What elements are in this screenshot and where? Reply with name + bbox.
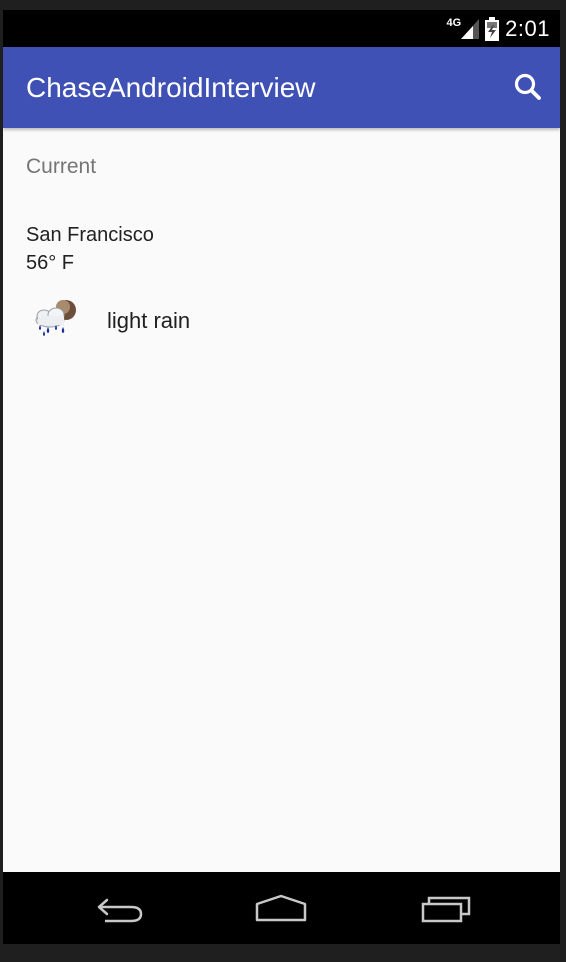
screen: 4G 2:01 ChaseAndroidInterview Current Sa… [3, 10, 560, 944]
nav-bar [3, 872, 560, 944]
network-type-label: 4G [446, 17, 462, 29]
app-title: ChaseAndroidInterview [26, 72, 316, 103]
search-icon [514, 73, 541, 100]
recents-icon [421, 896, 471, 923]
temperature-value: 56° F [26, 252, 75, 274]
city-name: San Francisco [26, 224, 154, 246]
home-icon [255, 894, 307, 922]
status-bar: 4G 2:01 [3, 10, 560, 47]
recents-button[interactable] [415, 890, 475, 926]
battery-icon [485, 16, 500, 41]
back-icon [97, 898, 143, 923]
section-label-current: Current [26, 155, 97, 178]
signal-icon [461, 18, 480, 39]
device-frame: 4G 2:01 ChaseAndroidInterview Current Sa… [0, 0, 566, 962]
home-button[interactable] [251, 890, 311, 926]
main-content: Current San Francisco 56° F light rain [3, 128, 560, 872]
status-clock: 2:01 [505, 15, 550, 41]
light-rain-icon [30, 298, 80, 338]
app-bar: ChaseAndroidInterview [3, 47, 560, 128]
status-icons: 4G 2:01 [446, 10, 550, 47]
search-button[interactable] [512, 71, 544, 103]
weather-condition: light rain [107, 308, 191, 333]
back-button[interactable] [89, 890, 149, 926]
